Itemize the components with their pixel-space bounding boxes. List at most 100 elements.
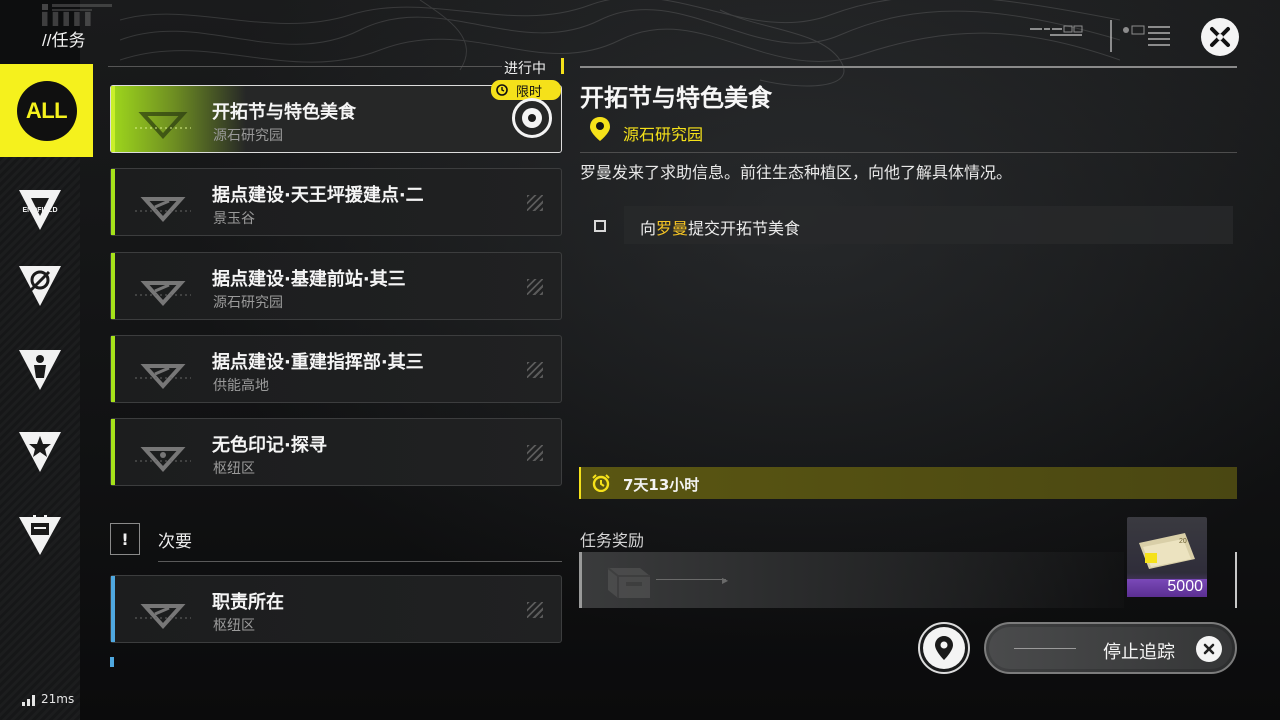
quest-location: 源石研究园 (213, 128, 283, 144)
reward-strip: ▶ (579, 552, 1124, 608)
category-daily[interactable] (0, 246, 80, 326)
quest-location: 源石研究园 (213, 295, 283, 311)
quest-card[interactable]: 据点建设·天王坪援建点·二 景玉谷 (110, 168, 562, 236)
location-pin-icon (590, 117, 610, 141)
category-event[interactable] (0, 495, 80, 575)
category-all[interactable]: ALL (0, 64, 93, 157)
category-character[interactable] (0, 330, 80, 410)
target-icon (522, 108, 542, 128)
network-latency: 21ms (22, 692, 74, 706)
quest-stripe (111, 419, 115, 485)
secondary-divider (158, 561, 562, 562)
quest-stripe (111, 86, 115, 152)
quest-card[interactable]: 据点建设·基建前站·其三 源石研究园 (110, 252, 562, 320)
quest-type-icon (135, 197, 191, 222)
hatch-mark (527, 195, 543, 211)
hatch-mark (527, 445, 543, 461)
page-title: //任务 (42, 31, 86, 50)
quest-location: 供能高地 (213, 378, 269, 394)
reward-count: 5000 (1167, 578, 1203, 595)
hatch-mark (527, 602, 543, 618)
reward-arrow-head: ▶ (722, 576, 729, 585)
tracking-target-button[interactable] (512, 98, 552, 138)
all-badge: ALL (16, 80, 77, 141)
in-progress-marker (561, 58, 564, 74)
quest-type-icon (135, 112, 191, 139)
quest-name: 无色印记·探寻 (212, 435, 327, 456)
quest-name: 职责所在 (212, 592, 284, 613)
quest-location: 枢纽区 (213, 461, 255, 477)
reward-item[interactable]: 20 5000 (1127, 517, 1207, 597)
svg-text:ENDFIELD: ENDFIELD (23, 207, 58, 214)
in-progress-label: 进行中 (504, 61, 546, 77)
signal-bars-icon (22, 695, 35, 706)
hatch-mark (527, 279, 543, 295)
objective-prefix: 向 (640, 219, 657, 238)
quest-location: 枢纽区 (213, 618, 255, 634)
category-endfield[interactable]: ENDFIELD (0, 170, 80, 250)
topographic-pattern (120, 0, 1120, 87)
daily-triangle-icon (19, 266, 61, 306)
event-triangle-icon (19, 515, 61, 555)
quest-type-icon (135, 447, 191, 472)
limited-time-label: 限时 (516, 84, 543, 100)
stop-tracking-button[interactable]: 停止追踪 (984, 622, 1237, 674)
objective-bullet-icon (594, 220, 606, 232)
quest-name: 据点建设·重建指挥部·其三 (212, 352, 424, 373)
detail-top-divider (580, 66, 1237, 68)
ping-text: 21ms (41, 692, 75, 706)
hatch-mark (527, 362, 543, 378)
endfield-triangle-icon: ENDFIELD (19, 190, 61, 230)
quest-stripe (111, 169, 115, 235)
reward-arrow-line (656, 579, 726, 580)
detail-description: 罗曼发来了求助信息。前往生态种植区，向他了解具体情况。 (580, 163, 1013, 182)
secondary-section-label: 次要 (158, 532, 192, 552)
quest-name: 据点建设·天王坪援建点·二 (212, 185, 424, 206)
clock-icon (592, 474, 610, 492)
quest-name: 据点建设·基建前站·其三 (212, 269, 406, 290)
quest-card[interactable]: 职责所在 枢纽区 (110, 575, 562, 643)
detail-title: 开拓节与特色美食 (580, 84, 772, 112)
character-triangle-icon (19, 350, 61, 390)
map-pin-icon (935, 636, 953, 660)
quest-type-icon (135, 604, 191, 629)
map-locate-button[interactable] (918, 622, 970, 674)
objective-suffix: 提交开拓节美食 (688, 219, 801, 238)
close-x-icon (1210, 27, 1230, 47)
next-card-peek (110, 657, 114, 667)
clock-icon (496, 84, 508, 96)
quest-stripe (111, 336, 115, 402)
watermark-logo: ▌▌▌▌▌ (42, 4, 112, 26)
list-divider (108, 66, 502, 67)
objective-text: 向罗曼提交开拓节美食 (640, 215, 800, 239)
detail-location: 源石研究园 (623, 125, 704, 144)
reward-end-marker (1235, 552, 1237, 608)
stop-x-icon (1196, 636, 1222, 662)
quest-type-icon (135, 281, 191, 306)
svg-text:▌▌▌▌▌: ▌▌▌▌▌ (42, 11, 96, 26)
secondary-badge: ! (110, 523, 140, 555)
crate-icon (607, 567, 650, 598)
currency-bundle-icon: 20 (1139, 533, 1195, 569)
stop-tracking-label: 停止追踪 (1103, 642, 1175, 663)
quest-type-icon (135, 364, 191, 389)
objective-row: 向罗曼提交开拓节美食 (624, 206, 1233, 244)
quest-stripe (111, 253, 115, 319)
quest-name: 开拓节与特色美食 (212, 102, 356, 123)
reward-label: 任务奖励 (580, 531, 645, 550)
quest-stripe (111, 576, 115, 642)
quest-card[interactable]: 无色印记·探寻 枢纽区 (110, 418, 562, 486)
time-remaining-bar: 7天13小时 (579, 467, 1237, 499)
detail-divider (580, 152, 1237, 153)
svg-text:20: 20 (1179, 538, 1187, 545)
close-button[interactable] (1201, 18, 1239, 56)
stop-tracking-line (1014, 648, 1076, 649)
star-triangle-icon (19, 432, 61, 472)
quest-location: 景玉谷 (213, 211, 255, 227)
quest-card[interactable]: 据点建设·重建指挥部·其三 供能高地 (110, 335, 562, 403)
category-starred[interactable] (0, 412, 80, 492)
time-remaining-text: 7天13小时 (623, 476, 700, 494)
decorative-hud-glyphs (1030, 20, 1170, 52)
objective-npc: 罗曼 (656, 219, 689, 238)
limited-time-badge: 限时 (491, 80, 561, 100)
